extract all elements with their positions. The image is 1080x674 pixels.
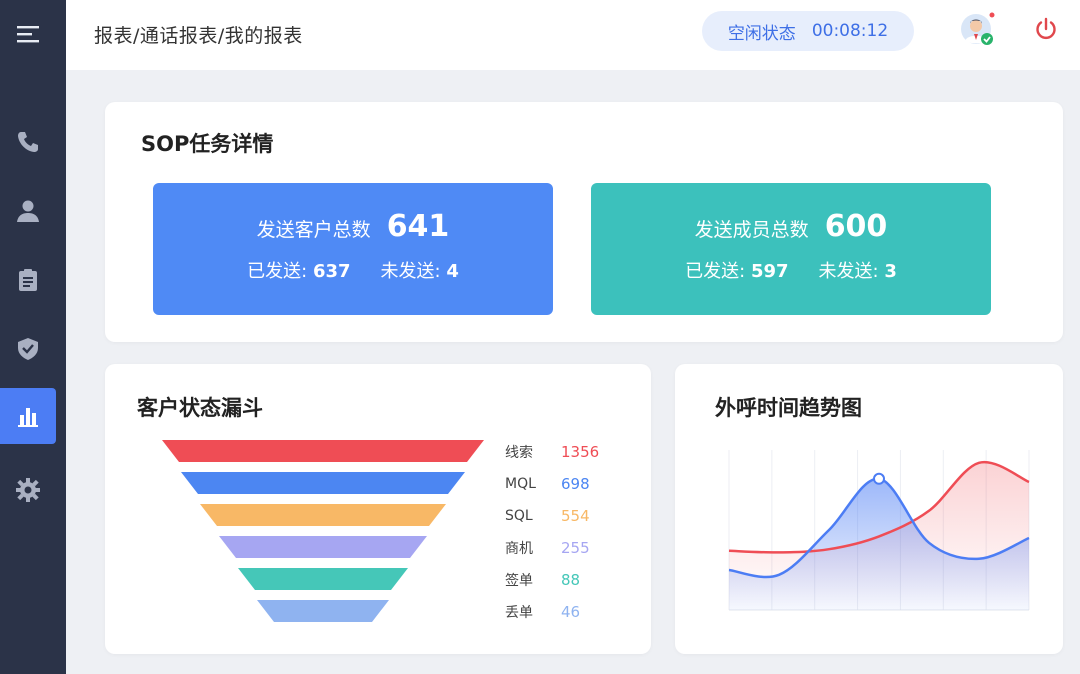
funnel-legend-row: 商机 255 — [505, 532, 599, 564]
funnel-legend-name: 线索 — [505, 445, 533, 461]
customer-unsent-value: 4 — [446, 261, 459, 282]
trend-chart — [728, 450, 1030, 611]
customer-sent: 已发送: 637 — [247, 257, 350, 283]
customer-total-label: 发送客户总数 — [256, 219, 371, 241]
funnel-chart — [162, 440, 484, 622]
customer-total-value: 641 — [386, 209, 450, 244]
sop-card-title: SOP任务详情 — [141, 132, 274, 156]
funnel-legend-value: 88 — [561, 571, 581, 589]
member-total-label: 发送成员总数 — [694, 219, 809, 241]
funnel-legend-row: SQL 554 — [505, 500, 599, 532]
member-unsent-value: 3 — [884, 261, 897, 282]
status-label: 空闲状态 — [727, 23, 796, 44]
bar-chart-icon[interactable] — [0, 388, 56, 444]
funnel-card-title: 客户状态漏斗 — [137, 396, 263, 420]
funnel-legend-name: MQL — [505, 476, 536, 492]
funnel-segment — [238, 568, 408, 590]
funnel-legend-row: 签单 88 — [505, 564, 599, 596]
customer-unsent-label: 未发送: — [380, 261, 441, 282]
funnel-legend-value: 255 — [561, 539, 590, 557]
sidebar — [0, 0, 66, 674]
user-icon[interactable] — [0, 183, 56, 239]
power-icon[interactable] — [1033, 16, 1059, 42]
funnel-segment — [181, 472, 465, 494]
phone-icon[interactable] — [0, 114, 56, 170]
shield-icon[interactable] — [0, 321, 56, 377]
member-unsent: 未发送: 3 — [819, 257, 897, 283]
top-header: 报表/通话报表/我的报表 空闲状态 00:08:12 — [66, 0, 1080, 70]
sop-task-card: SOP任务详情 发送客户总数 641 已发送: 637 未发送: 4 发送成员总… — [105, 102, 1063, 342]
clipboard-icon[interactable] — [0, 252, 56, 308]
funnel-legend-value: 1356 — [561, 443, 600, 461]
member-unsent-label: 未发送: — [818, 261, 879, 282]
customer-sent-label: 已发送: — [247, 261, 308, 282]
breadcrumb: 报表/通话报表/我的报表 — [94, 25, 303, 47]
funnel-segment — [219, 536, 427, 558]
funnel-segment — [200, 504, 446, 526]
funnel-legend-value: 554 — [561, 507, 590, 525]
funnel-legend-value: 46 — [561, 603, 581, 621]
funnel-legend-row: MQL 698 — [505, 468, 599, 500]
avatar[interactable] — [960, 12, 996, 48]
member-sent-label: 已发送: — [685, 261, 746, 282]
funnel-segment — [257, 600, 389, 622]
trend-highlight-point[interactable] — [873, 472, 885, 485]
status-timer: 00:08:12 — [811, 21, 889, 41]
funnel-legend-name: 丢单 — [505, 605, 533, 621]
funnel-legend-name: 签单 — [505, 573, 533, 589]
funnel-card: 客户状态漏斗 线索 1356 MQL 698 SQL 554 商机 255 签单 88 丢单 46 — [105, 364, 651, 654]
trend-card: 外呼时间趋势图 — [675, 364, 1063, 654]
funnel-legend-name: SQL — [505, 508, 533, 524]
customer-stat-box: 发送客户总数 641 已发送: 637 未发送: 4 — [153, 183, 553, 315]
funnel-legend-row: 丢单 46 — [505, 596, 599, 628]
funnel-legend: 线索 1356 MQL 698 SQL 554 商机 255 签单 88 丢单 46 — [505, 436, 599, 628]
member-total-value: 600 — [824, 209, 888, 244]
trend-card-title: 外呼时间趋势图 — [715, 396, 862, 420]
funnel-legend-value: 698 — [561, 475, 590, 493]
member-sent: 已发送: 597 — [685, 257, 788, 283]
funnel-segment — [162, 440, 484, 462]
funnel-legend-name: 商机 — [505, 541, 533, 557]
member-sent-value: 597 — [750, 261, 789, 282]
menu-icon[interactable] — [0, 6, 56, 62]
agent-status-pill[interactable]: 空闲状态 00:08:12 — [702, 11, 914, 51]
customer-sent-value: 637 — [312, 261, 351, 282]
gear-icon[interactable] — [0, 462, 56, 518]
funnel-legend-row: 线索 1356 — [505, 436, 599, 468]
customer-unsent: 未发送: 4 — [381, 257, 459, 283]
member-stat-box: 发送成员总数 600 已发送: 597 未发送: 3 — [591, 183, 991, 315]
